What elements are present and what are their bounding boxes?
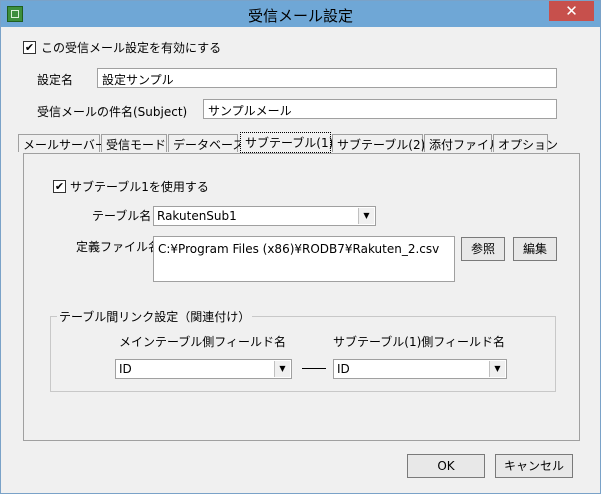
table-link-group-title: テーブル間リンク設定（関連付け） bbox=[57, 308, 253, 325]
def-file-field[interactable]: C:¥Program Files (x86)¥RODB7¥Rakuten_2.c… bbox=[153, 236, 455, 282]
subtable-panel: ✔ サブテーブル1を使用する テーブル名 RakutenSub1 ▼ 定義ファイ… bbox=[23, 153, 580, 441]
title-bar[interactable]: 受信メール設定 ✕ bbox=[1, 1, 600, 27]
main-field-label: メインテーブル側フィールド名 bbox=[119, 335, 287, 349]
enable-setting-checkbox[interactable]: ✔ bbox=[23, 41, 36, 54]
sub-field-combo[interactable]: ID ▼ bbox=[333, 359, 507, 379]
dialog-window: 受信メール設定 ✕ ✔ この受信メール設定を有効にする 設定名 設定サンプル 受… bbox=[0, 0, 601, 494]
table-name-value: RakutenSub1 bbox=[157, 209, 237, 223]
link-separator bbox=[302, 368, 326, 369]
tab-database[interactable]: データベース bbox=[168, 134, 244, 152]
tab-receive-mode[interactable]: 受信モード bbox=[101, 134, 167, 152]
setting-name-label: 設定名 bbox=[37, 73, 74, 87]
def-file-label: 定義ファイル名 bbox=[76, 240, 161, 254]
sub-field-label: サブテーブル(1)側フィールド名 bbox=[333, 335, 506, 349]
tab-subtable-1[interactable]: サブテーブル(1) bbox=[240, 132, 333, 153]
tab-subtable-2[interactable]: サブテーブル(2) bbox=[332, 134, 425, 152]
subject-field[interactable]: サンプルメール bbox=[203, 99, 557, 119]
table-name-combo[interactable]: RakutenSub1 ▼ bbox=[153, 206, 376, 226]
use-subtable-checkbox[interactable]: ✔ bbox=[53, 180, 66, 193]
table-name-label: テーブル名 bbox=[92, 209, 152, 223]
table-link-group: テーブル間リンク設定（関連付け） メインテーブル側フィールド名 サブテーブル(1… bbox=[50, 308, 556, 392]
browse-button[interactable]: 参照 bbox=[461, 237, 505, 261]
tab-mail-server[interactable]: メールサーバー bbox=[18, 134, 107, 152]
subject-label: 受信メールの件名(Subject) bbox=[37, 105, 188, 119]
main-field-value: ID bbox=[119, 362, 132, 376]
edit-button[interactable]: 編集 bbox=[513, 237, 557, 261]
tab-attachments[interactable]: 添付ファイル bbox=[424, 134, 501, 152]
chevron-down-icon[interactable]: ▼ bbox=[358, 208, 374, 224]
setting-name-field[interactable]: 設定サンプル bbox=[97, 68, 557, 88]
main-field-combo[interactable]: ID ▼ bbox=[115, 359, 292, 379]
ok-button[interactable]: OK bbox=[407, 454, 485, 478]
chevron-down-icon[interactable]: ▼ bbox=[489, 361, 505, 377]
window-title: 受信メール設定 bbox=[247, 7, 353, 25]
enable-setting-label: この受信メール設定を有効にする bbox=[41, 41, 222, 55]
tab-options[interactable]: オプション bbox=[493, 134, 558, 152]
cancel-button[interactable]: キャンセル bbox=[495, 454, 573, 478]
use-subtable-label: サブテーブル1を使用する bbox=[70, 180, 209, 194]
chevron-down-icon[interactable]: ▼ bbox=[274, 361, 290, 377]
close-button[interactable]: ✕ bbox=[549, 1, 594, 21]
sub-field-value: ID bbox=[337, 362, 350, 376]
